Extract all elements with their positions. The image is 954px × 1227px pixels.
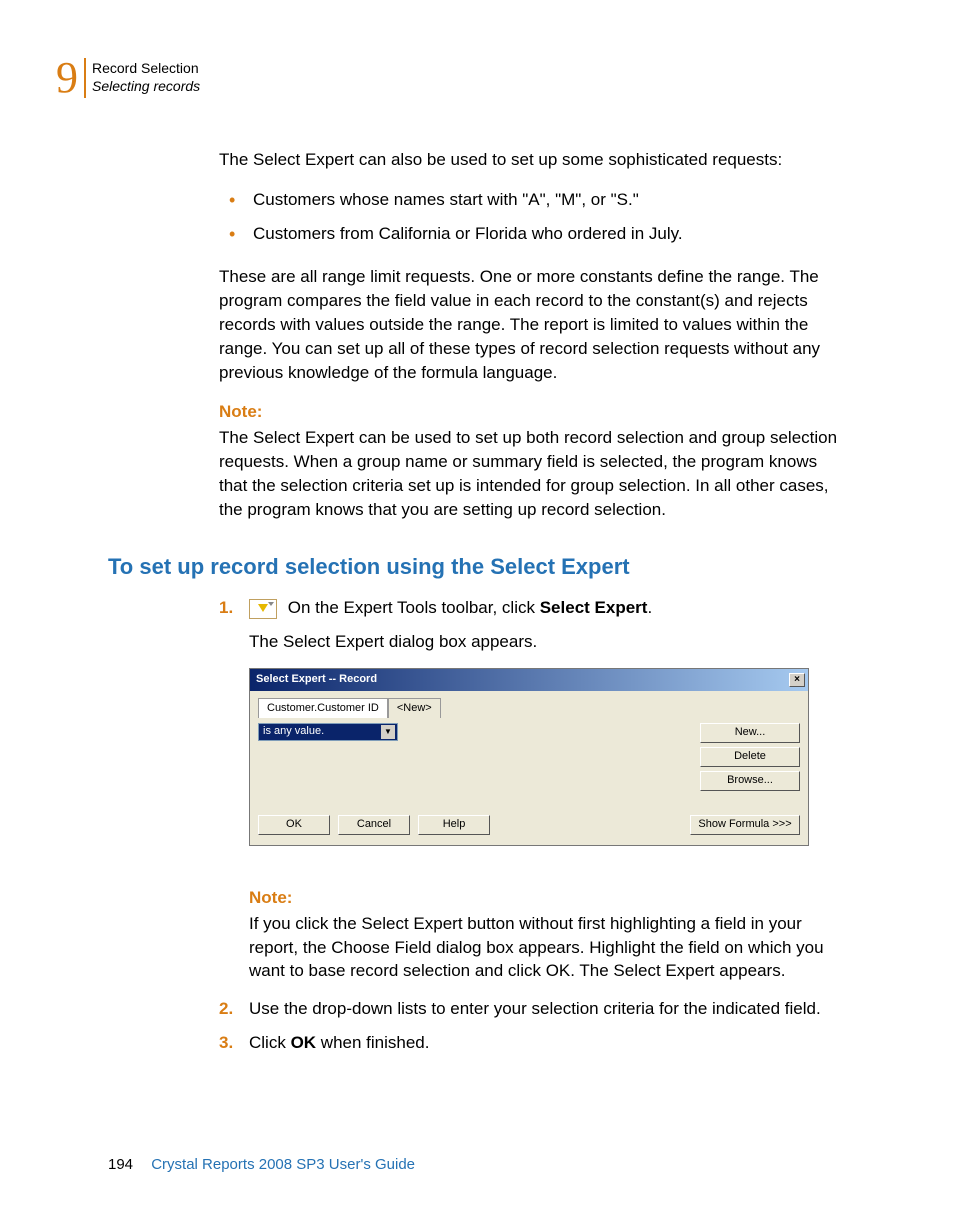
step-body: On the Expert Tools toolbar, click Selec… bbox=[249, 596, 839, 620]
bullet-list: Customers whose names start with "A", "M… bbox=[219, 188, 839, 246]
dialog-left: is any value. ▼ bbox=[258, 723, 690, 791]
step-1-text-post: . bbox=[647, 598, 652, 617]
page-number: 194 bbox=[108, 1156, 133, 1173]
tab-customer-id[interactable]: Customer.Customer ID bbox=[258, 698, 388, 718]
delete-button[interactable]: Delete bbox=[700, 747, 800, 767]
page-header: 9 Record Selection Selecting records bbox=[56, 56, 200, 100]
step-3: 3. Click OK when finished. bbox=[219, 1031, 839, 1055]
ok-button[interactable]: OK bbox=[258, 815, 330, 835]
header-text-block: Record Selection Selecting records bbox=[92, 56, 200, 95]
new-button[interactable]: New... bbox=[700, 723, 800, 743]
step-1-sub: The Select Expert dialog box appears. bbox=[249, 630, 839, 654]
chapter-number: 9 bbox=[56, 56, 78, 100]
step-body: Click OK when finished. bbox=[249, 1031, 839, 1055]
dialog-tabs: Customer.Customer ID <New> bbox=[258, 697, 800, 717]
dropdown-arrow-icon bbox=[268, 602, 274, 606]
range-paragraph: These are all range limit requests. One … bbox=[219, 265, 839, 384]
dialog-title: Select Expert -- Record bbox=[256, 672, 377, 687]
dropdown-value: is any value. bbox=[263, 724, 324, 739]
cancel-button[interactable]: Cancel bbox=[338, 815, 410, 835]
section-heading: To set up record selection using the Sel… bbox=[108, 554, 630, 580]
bullet-item: Customers from California or Florida who… bbox=[243, 222, 839, 246]
close-button[interactable]: × bbox=[789, 673, 805, 687]
dialog-titlebar: Select Expert -- Record × bbox=[250, 669, 808, 691]
funnel-icon bbox=[258, 604, 268, 612]
note-text: The Select Expert can be used to set up … bbox=[219, 426, 839, 521]
step-1-bold: Select Expert bbox=[540, 598, 648, 617]
intro-paragraph: The Select Expert can also be used to se… bbox=[219, 148, 839, 172]
help-button[interactable]: Help bbox=[418, 815, 490, 835]
note-label: Note: bbox=[219, 400, 839, 424]
header-title: Record Selection bbox=[92, 59, 200, 77]
note-2-text: If you click the Select Expert button wi… bbox=[249, 912, 839, 983]
select-expert-icon bbox=[249, 599, 277, 619]
criteria-dropdown[interactable]: is any value. ▼ bbox=[258, 723, 398, 741]
step-1: 1. On the Expert Tools toolbar, click Se… bbox=[219, 596, 839, 620]
show-formula-button[interactable]: Show Formula >>> bbox=[690, 815, 800, 835]
step-2: 2. Use the drop-down lists to enter your… bbox=[219, 997, 839, 1021]
dialog-body: Customer.Customer ID <New> is any value.… bbox=[250, 691, 808, 845]
header-divider bbox=[84, 58, 86, 98]
step-1-text-pre: On the Expert Tools toolbar, click bbox=[288, 598, 540, 617]
select-expert-dialog: Select Expert -- Record × Customer.Custo… bbox=[249, 668, 809, 846]
page-footer: 194 Crystal Reports 2008 SP3 User's Guid… bbox=[108, 1156, 415, 1173]
note-label: Note: bbox=[249, 886, 839, 910]
step-number: 1. bbox=[219, 596, 249, 620]
button-group-left: OK Cancel Help bbox=[258, 815, 490, 835]
steps-area: 1. On the Expert Tools toolbar, click Se… bbox=[219, 596, 839, 1065]
browse-button[interactable]: Browse... bbox=[700, 771, 800, 791]
step-number: 2. bbox=[219, 997, 249, 1021]
dialog-bottom-buttons: OK Cancel Help Show Formula >>> bbox=[258, 815, 800, 835]
content-area: The Select Expert can also be used to se… bbox=[219, 148, 839, 537]
step-3-bold: OK bbox=[291, 1033, 317, 1052]
footer-text: Crystal Reports 2008 SP3 User's Guide bbox=[151, 1156, 415, 1173]
note-2-block: Note: If you click the Select Expert but… bbox=[249, 886, 839, 983]
step-2-text: Use the drop-down lists to enter your se… bbox=[249, 997, 839, 1021]
header-subtitle: Selecting records bbox=[92, 77, 200, 95]
bullet-item: Customers whose names start with "A", "M… bbox=[243, 188, 839, 212]
step-3-pre: Click bbox=[249, 1033, 291, 1052]
chevron-down-icon: ▼ bbox=[381, 725, 395, 739]
step-3-post: when finished. bbox=[316, 1033, 429, 1052]
dialog-right-buttons: New... Delete Browse... bbox=[700, 723, 800, 791]
dialog-main: is any value. ▼ New... Delete Browse... bbox=[258, 723, 800, 791]
tab-new[interactable]: <New> bbox=[388, 698, 441, 718]
step-number: 3. bbox=[219, 1031, 249, 1055]
